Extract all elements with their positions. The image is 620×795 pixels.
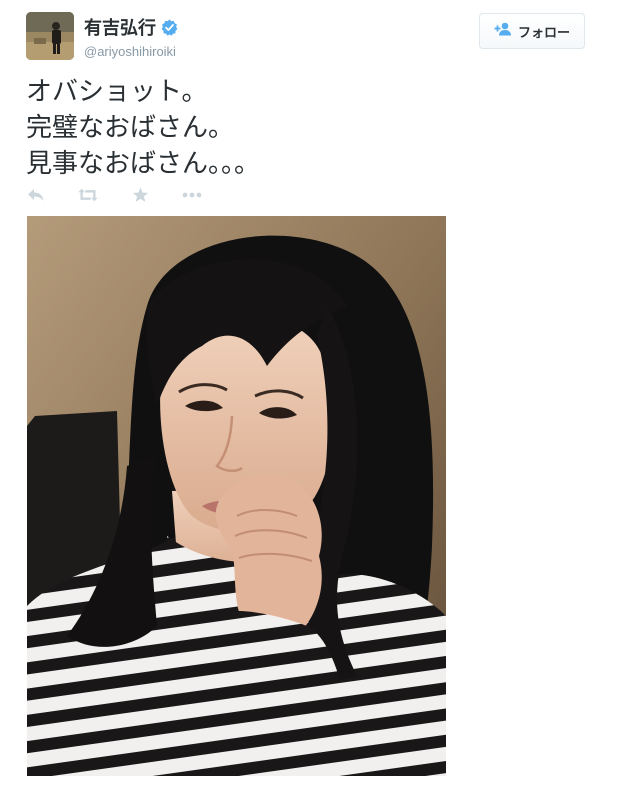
tweet-actions bbox=[26, 186, 202, 204]
follow-button[interactable]: フォロー bbox=[479, 13, 585, 49]
tweet-photo[interactable] bbox=[27, 216, 446, 776]
retweet-icon[interactable] bbox=[78, 186, 98, 204]
more-icon[interactable] bbox=[182, 186, 202, 204]
avatar[interactable] bbox=[26, 12, 74, 60]
follow-label: フォロー bbox=[517, 25, 570, 41]
fullname-row: 有吉弘行 bbox=[84, 14, 178, 40]
tweet-text-line: 完璧なおばさん。 bbox=[26, 113, 235, 143]
author-block: 有吉弘行 @ariyoshihiroiki bbox=[84, 14, 178, 59]
author-username[interactable]: @ariyoshihiroiki bbox=[84, 44, 178, 59]
avatar-image bbox=[26, 12, 74, 60]
author-fullname[interactable]: 有吉弘行 bbox=[84, 14, 156, 40]
tweet-text-line: オバショット。 bbox=[26, 77, 208, 107]
tweet-text: オバショット。 完璧なおばさん。 見事なおばさん。。。 bbox=[26, 74, 586, 182]
reply-icon[interactable] bbox=[26, 186, 46, 204]
verified-badge-icon bbox=[161, 19, 178, 36]
photo-image bbox=[27, 216, 446, 776]
star-icon[interactable] bbox=[130, 186, 150, 204]
add-user-icon bbox=[494, 22, 512, 41]
tweet-text-line: 見事なおばさん。。。 bbox=[26, 149, 261, 179]
tweet: 有吉弘行 @ariyoshihiroiki フォロー オバショット。 完璧なおば… bbox=[0, 0, 620, 795]
